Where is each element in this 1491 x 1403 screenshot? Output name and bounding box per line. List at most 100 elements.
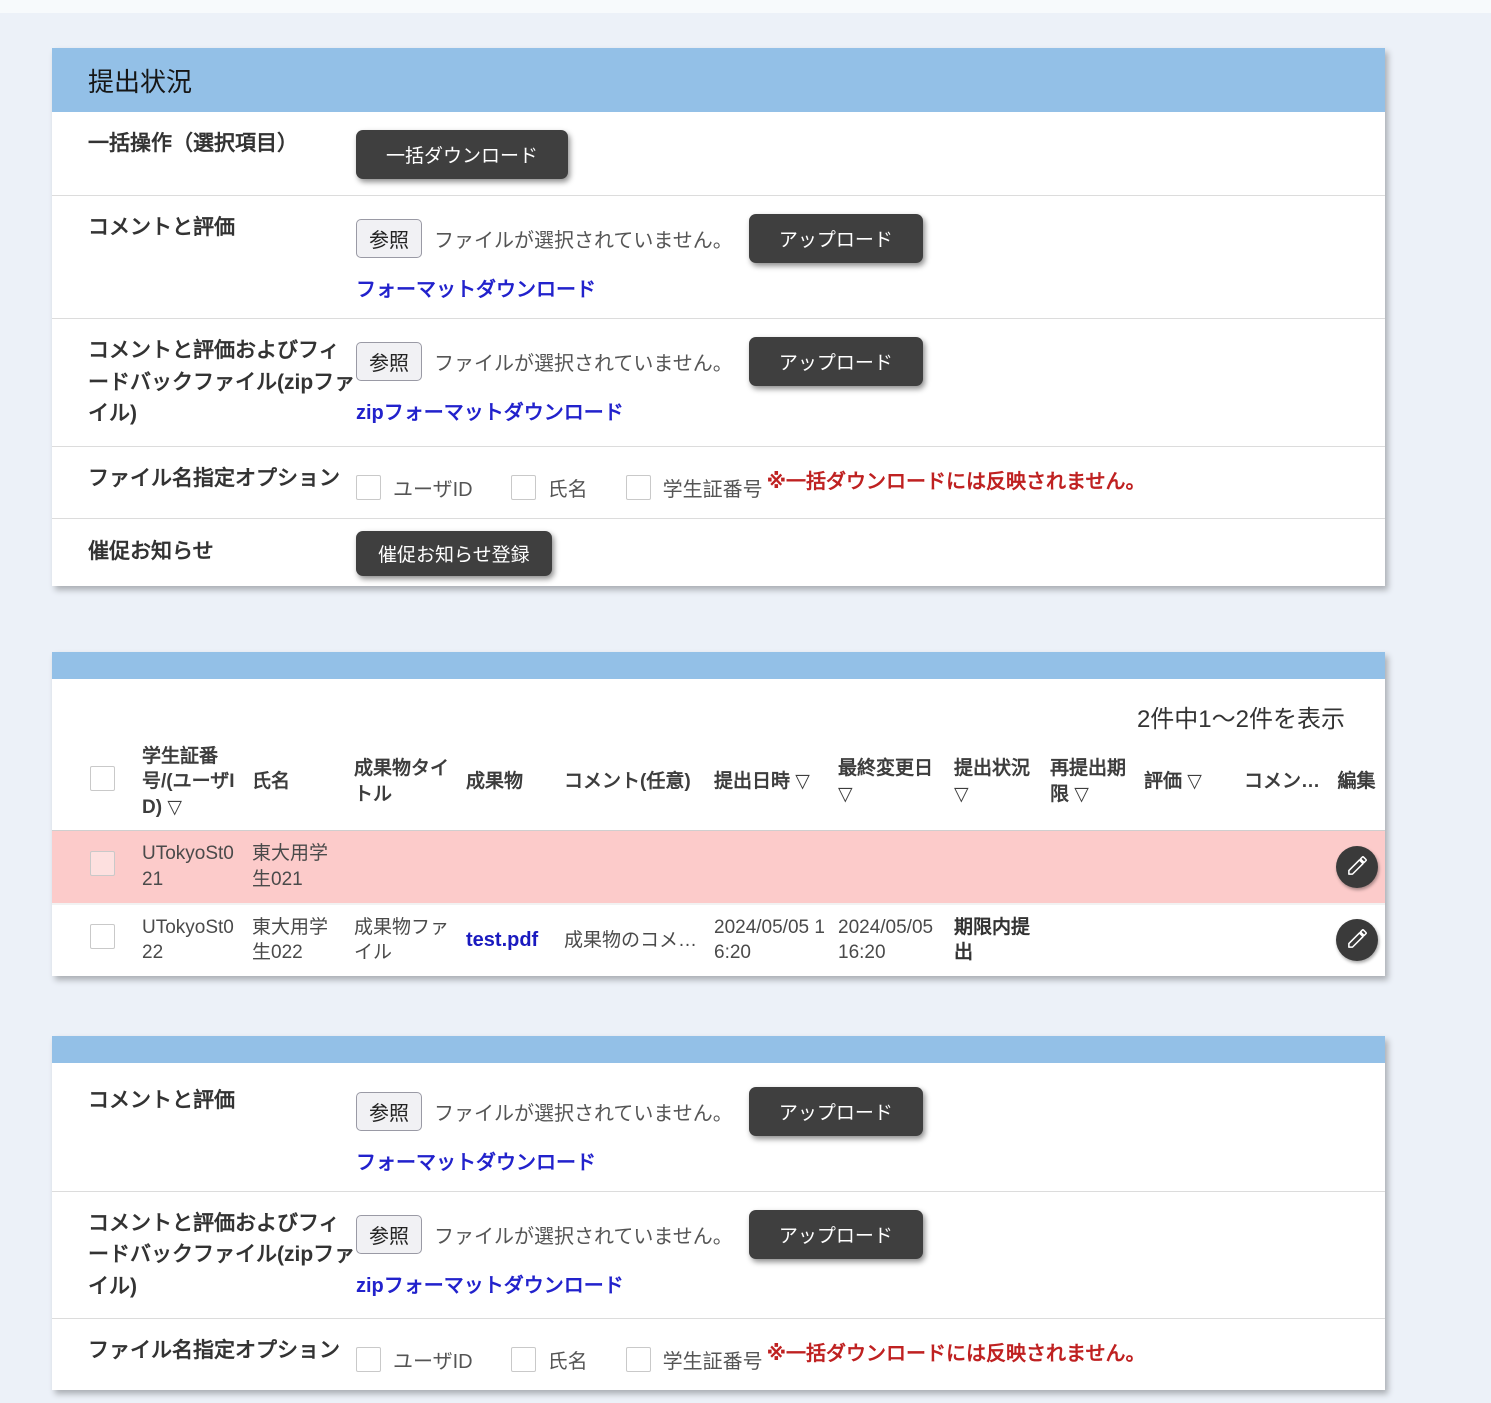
- submitted-at-cell: [708, 831, 832, 904]
- comment-eval-row: コメントと評価 参照 ファイルが選択されていません。 アップロード フォーマット…: [52, 1063, 1385, 1191]
- browse-button[interactable]: 参照: [356, 219, 422, 258]
- reminder-register-button[interactable]: 催促お知らせ登録: [356, 531, 552, 576]
- user-id-checkbox-label: ユーザID: [393, 1345, 473, 1374]
- format-download-link[interactable]: フォーマットダウンロード: [356, 1146, 596, 1175]
- col-grade[interactable]: 評価 ▽: [1138, 734, 1238, 831]
- no-file-selected-text: ファイルが選択されていません。: [434, 1220, 733, 1249]
- student-id-cell: UTokyoSt022: [136, 904, 246, 976]
- bulk-download-button[interactable]: 一括ダウンロード: [356, 130, 568, 179]
- resubmit-due-cell: [1044, 831, 1138, 904]
- modified-at-cell: 2024/05/05 16:20: [832, 904, 948, 976]
- upload-panel-header-bar: [52, 1036, 1385, 1063]
- comment-eval-zip-row: コメントと評価およびフィードバックファイル(zipファイル) 参照 ファイルが選…: [52, 318, 1385, 446]
- no-file-selected-text: ファイルが選択されていません。: [434, 1097, 733, 1126]
- comment-trunc-cell: [1238, 904, 1330, 976]
- name-cell: 東大用学生021: [246, 831, 348, 904]
- submitted-file-link[interactable]: test.pdf: [466, 929, 538, 951]
- name-checkbox[interactable]: [511, 475, 536, 500]
- table-panel-header-bar: [52, 652, 1385, 679]
- format-download-link[interactable]: フォーマットダウンロード: [356, 273, 596, 302]
- user-id-checkbox-label: ユーザID: [393, 473, 473, 502]
- edit-button[interactable]: [1336, 846, 1378, 888]
- submission-status-panel: 提出状況 一括操作（選択項目） 一括ダウンロード コメントと評価 参照 ファイル…: [52, 48, 1385, 586]
- comment-eval-zip-label: コメントと評価およびフィードバックファイル(zipファイル): [88, 335, 356, 430]
- student-no-checkbox-label: 学生証番号: [663, 1345, 763, 1374]
- col-comment-trunc: コメン…: [1238, 734, 1330, 831]
- zip-format-download-link[interactable]: zipフォーマットダウンロード: [356, 396, 624, 425]
- user-id-checkbox[interactable]: [356, 1347, 381, 1372]
- pencil-icon: [1346, 927, 1369, 953]
- row-checkbox[interactable]: [90, 924, 115, 949]
- bulk-download-warning: ※一括ダウンロードには反映されません。: [767, 465, 1146, 494]
- submission-table-panel: 2件中1〜2件を表示 学生証番号/(ユーザID) ▽ 氏名 成果物タイトル 成果…: [52, 652, 1385, 976]
- grade-cell: [1138, 904, 1238, 976]
- browse-button[interactable]: 参照: [356, 1215, 422, 1254]
- browse-button[interactable]: 参照: [356, 342, 422, 381]
- zip-format-download-link[interactable]: zipフォーマットダウンロード: [356, 1269, 624, 1298]
- comment-cell: 成果物のコメ…: [558, 904, 708, 976]
- bulk-operation-label: 一括操作（選択項目）: [88, 128, 356, 179]
- reminder-row: 催促お知らせ 催促お知らせ登録: [52, 518, 1385, 586]
- upload-button[interactable]: アップロード: [749, 1210, 923, 1259]
- filename-option-label: ファイル名指定オプション: [88, 463, 356, 502]
- resubmit-due-cell: [1044, 904, 1138, 976]
- comment-trunc-cell: [1238, 831, 1330, 904]
- row-checkbox[interactable]: [90, 851, 115, 876]
- filename-option-row: ファイル名指定オプション ユーザID 氏名 学生証番号 ※一括ダウンロードには反…: [52, 1318, 1385, 1390]
- upload-button[interactable]: アップロード: [749, 1087, 923, 1136]
- filename-option-row: ファイル名指定オプション ユーザID 氏名 学生証番号 ※一括ダウンロードには反…: [52, 446, 1385, 518]
- name-checkbox-label: 氏名: [548, 1345, 588, 1374]
- bulk-download-warning: ※一括ダウンロードには反映されません。: [767, 1337, 1146, 1366]
- submitted-at-cell: 2024/05/05 16:20: [708, 904, 832, 976]
- col-edit: 編集: [1330, 734, 1385, 831]
- col-submitted-at[interactable]: 提出日時 ▽: [708, 734, 832, 831]
- student-no-checkbox[interactable]: [626, 1347, 651, 1372]
- comment-eval-zip-row: コメントと評価およびフィードバックファイル(zipファイル) 参照 ファイルが選…: [52, 1191, 1385, 1319]
- pencil-icon: [1346, 854, 1369, 880]
- table-row: UTokyoSt022 東大用学生022 成果物ファイル test.pdf 成果…: [52, 904, 1385, 976]
- reminder-label: 催促お知らせ: [88, 536, 356, 568]
- col-status[interactable]: 提出状況 ▽: [948, 734, 1044, 831]
- comment-eval-label: コメントと評価: [88, 1085, 356, 1175]
- student-id-cell: UTokyoSt021: [136, 831, 246, 904]
- upload-button[interactable]: アップロード: [749, 214, 923, 263]
- col-comment-optional: コメント(任意): [558, 734, 708, 831]
- work-cell: test.pdf: [460, 904, 558, 976]
- table-header-row: 学生証番号/(ユーザID) ▽ 氏名 成果物タイトル 成果物 コメント(任意) …: [52, 734, 1385, 831]
- col-student-id[interactable]: 学生証番号/(ユーザID) ▽: [136, 734, 246, 831]
- no-file-selected-text: ファイルが選択されていません。: [434, 347, 733, 376]
- grade-cell: [1138, 831, 1238, 904]
- modified-at-cell: [832, 831, 948, 904]
- col-work: 成果物: [460, 734, 558, 831]
- name-checkbox-label: 氏名: [548, 473, 588, 502]
- select-all-checkbox[interactable]: [90, 766, 115, 791]
- filename-option-label: ファイル名指定オプション: [88, 1335, 356, 1374]
- col-resubmit-due[interactable]: 再提出期限 ▽: [1044, 734, 1138, 831]
- comment-eval-label: コメントと評価: [88, 212, 356, 302]
- work-title-cell: [348, 831, 460, 904]
- col-name: 氏名: [246, 734, 348, 831]
- work-title-cell: 成果物ファイル: [348, 904, 460, 976]
- panel-title: 提出状況: [52, 48, 1385, 112]
- browse-button[interactable]: 参照: [356, 1092, 422, 1131]
- comment-eval-zip-label: コメントと評価およびフィードバックファイル(zipファイル): [88, 1208, 356, 1303]
- status-cell: 期限内提出: [948, 904, 1044, 976]
- student-no-checkbox[interactable]: [626, 475, 651, 500]
- result-count-text: 2件中1〜2件を表示: [52, 679, 1385, 734]
- name-checkbox[interactable]: [511, 1347, 536, 1372]
- edit-button[interactable]: [1336, 919, 1378, 961]
- work-cell: [460, 831, 558, 904]
- upload-button[interactable]: アップロード: [749, 337, 923, 386]
- comment-cell: [558, 831, 708, 904]
- user-id-checkbox[interactable]: [356, 475, 381, 500]
- comment-eval-row: コメントと評価 参照 ファイルが選択されていません。 アップロード フォーマット…: [52, 195, 1385, 318]
- comment-upload-panel: コメントと評価 参照 ファイルが選択されていません。 アップロード フォーマット…: [52, 1036, 1385, 1391]
- student-no-checkbox-label: 学生証番号: [663, 473, 763, 502]
- col-work-title: 成果物タイトル: [348, 734, 460, 831]
- no-file-selected-text: ファイルが選択されていません。: [434, 224, 733, 253]
- table-row: UTokyoSt021 東大用学生021: [52, 831, 1385, 904]
- page-top-strip: [0, 0, 1491, 13]
- name-cell: 東大用学生022: [246, 904, 348, 976]
- bulk-operation-row: 一括操作（選択項目） 一括ダウンロード: [52, 112, 1385, 195]
- col-modified-at[interactable]: 最終変更日 ▽: [832, 734, 948, 831]
